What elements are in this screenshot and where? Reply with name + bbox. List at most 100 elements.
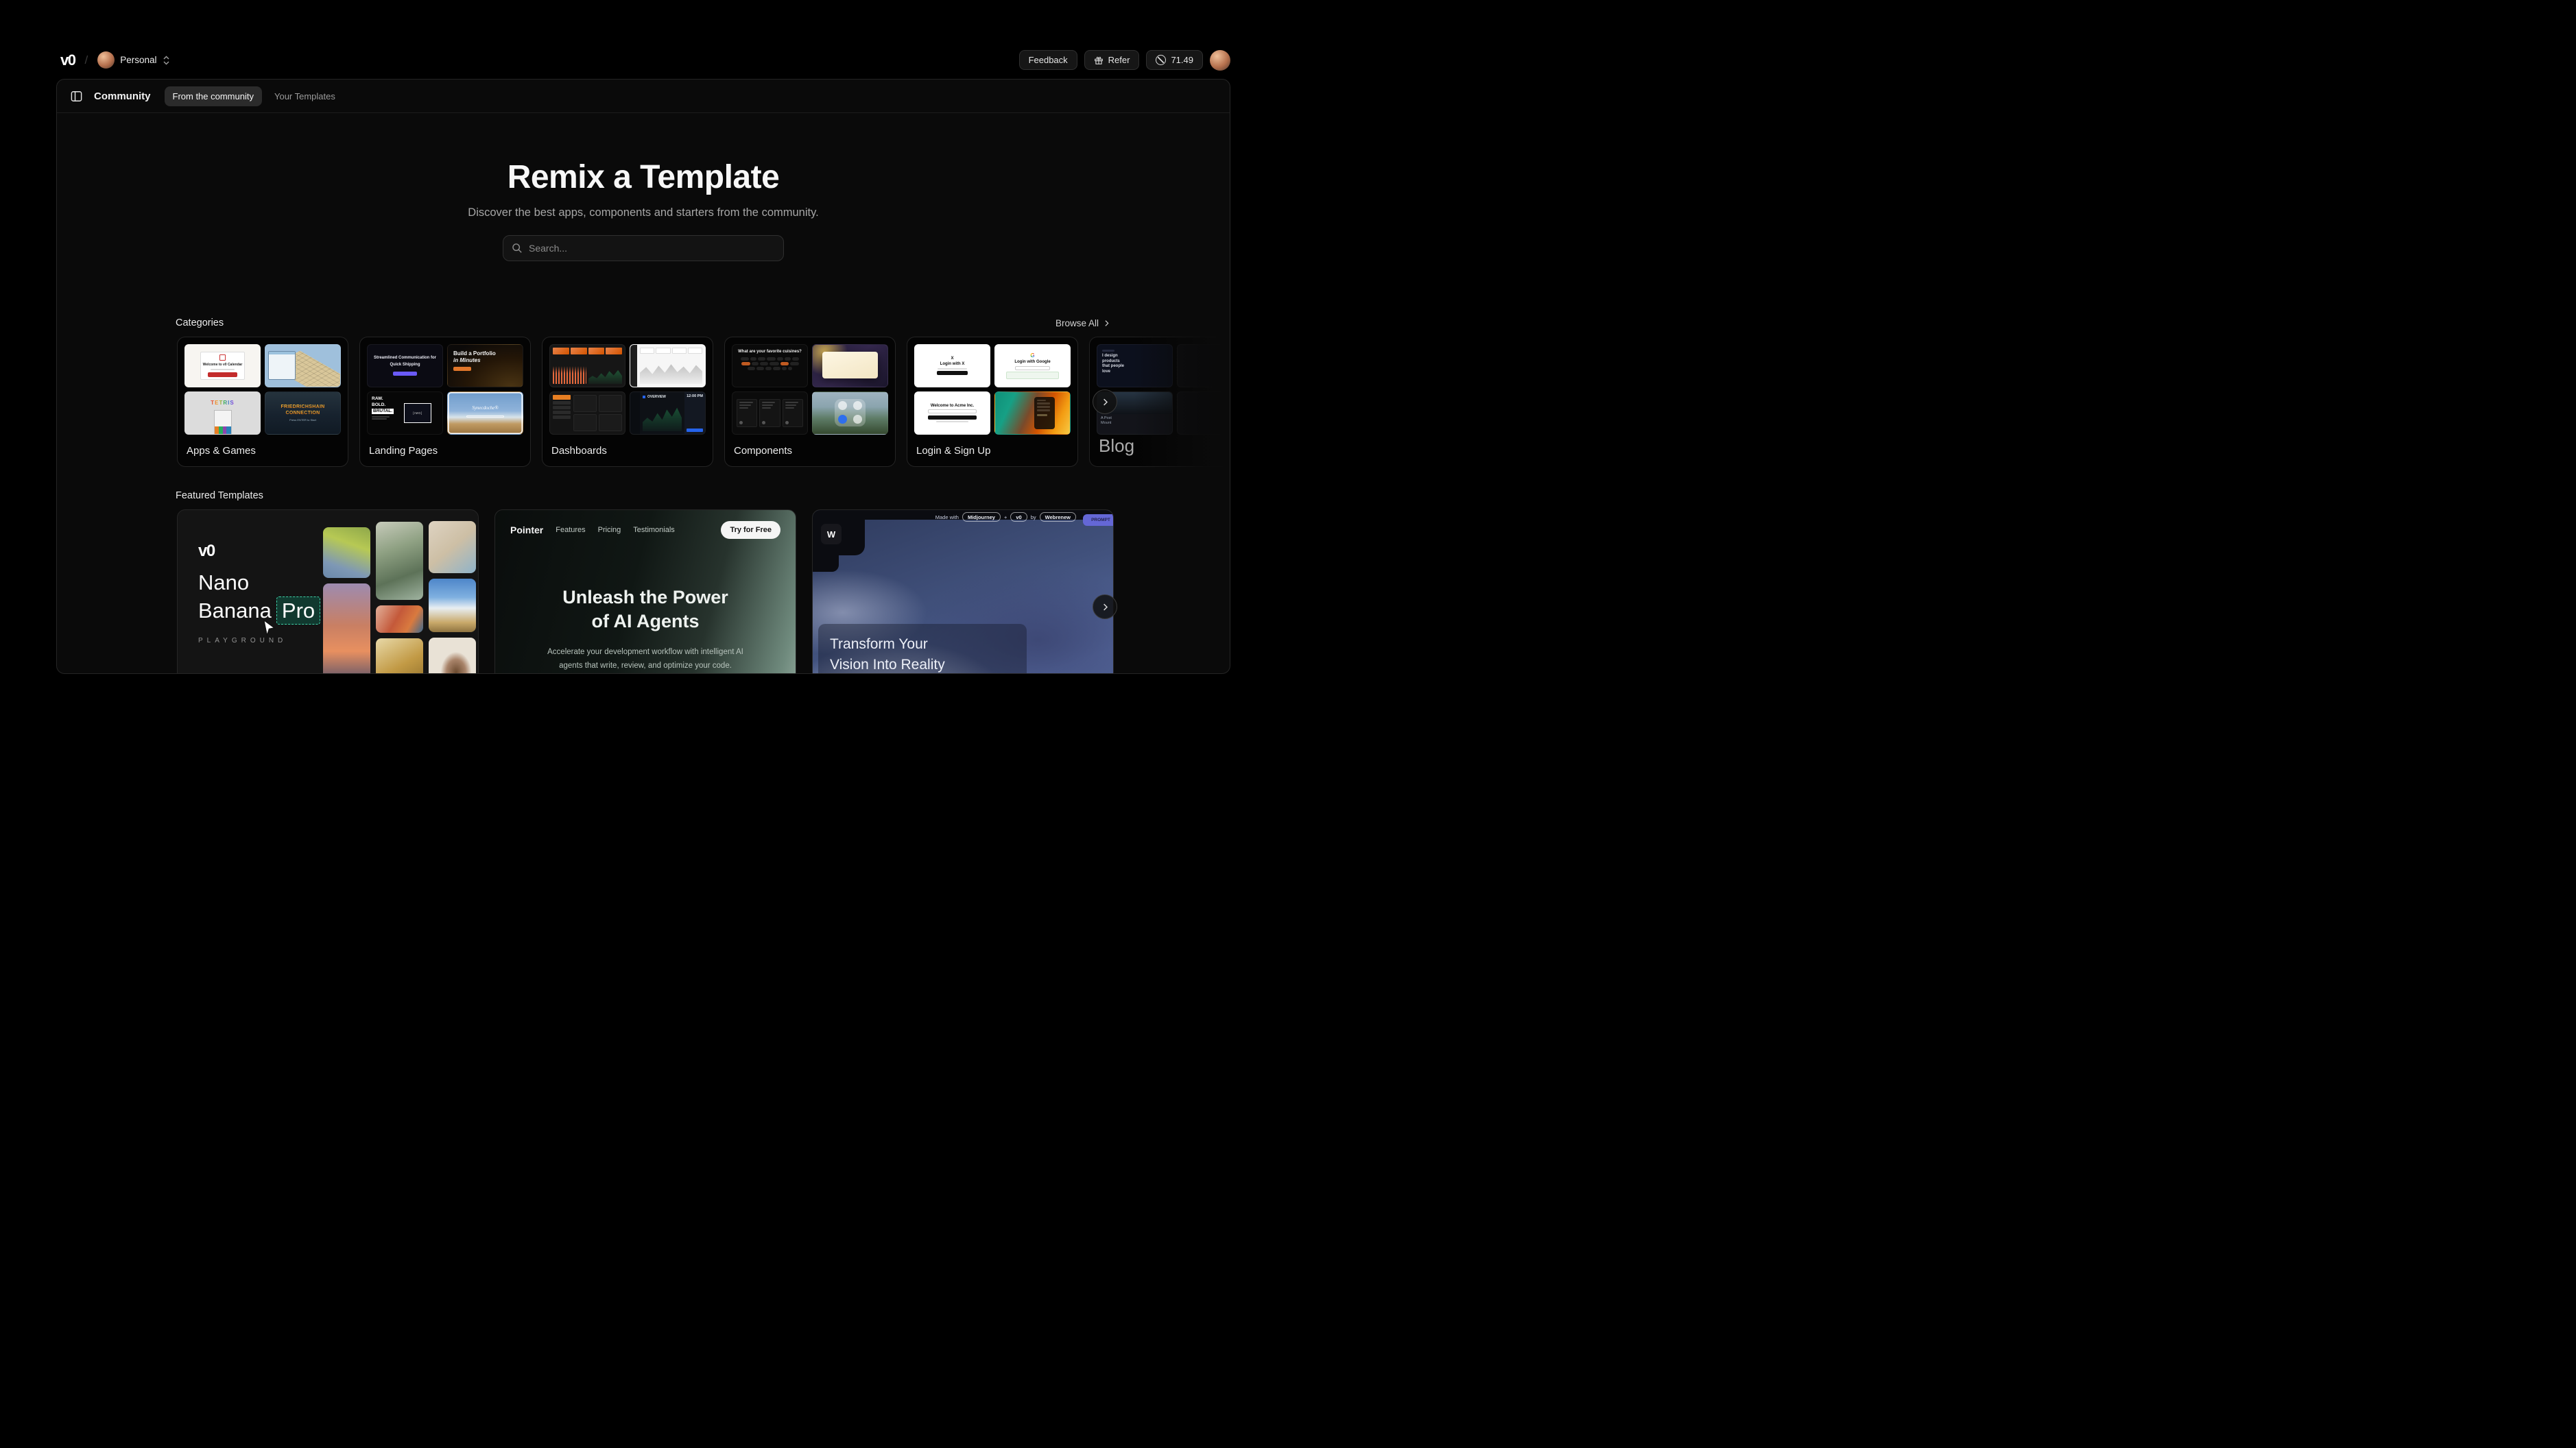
thumb-text: Streamlined Communication for xyxy=(374,356,436,361)
webrenew-corner-step xyxy=(813,555,839,572)
by-label: by xyxy=(1031,514,1036,520)
thumb-text: FRIEDRICHSHAIN xyxy=(281,405,324,410)
photo-coffee xyxy=(429,638,476,674)
plus-label: + xyxy=(1004,514,1007,520)
credits-button[interactable]: 71.49 xyxy=(1146,50,1203,70)
thumb-text: Welcome to v0 Calendar xyxy=(203,363,243,367)
v0-logo: v0 xyxy=(198,542,320,561)
chevron-right-icon xyxy=(1100,602,1110,612)
workspace-switcher[interactable]: Personal xyxy=(97,51,169,69)
tab-from-the-community[interactable]: From the community xyxy=(165,86,262,106)
nano-photo-masonry xyxy=(323,510,479,674)
community-scroll-area[interactable]: Remix a Template Discover the best apps,… xyxy=(57,158,1230,674)
photo-people xyxy=(376,605,423,633)
thumb-text: What are your favorite cuisines? xyxy=(732,350,807,354)
featured-card-pointer[interactable]: Pointer Features Pricing Testimonials Tr… xyxy=(494,509,796,674)
search-icon xyxy=(512,243,523,254)
thumb-control-center xyxy=(812,391,888,435)
category-card-login-signup[interactable]: X Login with X G Login with Google xyxy=(907,337,1078,467)
thumb-login-acme: Welcome to Acme Inc. xyxy=(914,391,990,435)
thumb-text: G xyxy=(1030,352,1034,359)
featured-next-button[interactable] xyxy=(1093,594,1117,619)
thumb-text: 12:00 PM xyxy=(687,394,703,398)
tab-your-templates[interactable]: Your Templates xyxy=(266,86,344,106)
hero-title: Remix a Template xyxy=(57,158,1230,196)
pointer-try-button: Try for Free xyxy=(721,521,780,539)
category-label: Dashboards xyxy=(549,445,706,459)
credits-icon xyxy=(1156,55,1166,65)
thumb-portfolio-landing: Build a Portfolio in Minutes xyxy=(447,344,523,387)
category-thumbs: What are your favorite cuisines? xyxy=(732,344,888,435)
feedback-label: Feedback xyxy=(1029,55,1068,65)
thumb-text: I design xyxy=(1102,354,1167,359)
sidebar-toggle-button[interactable] xyxy=(67,86,86,106)
photo-aerial-trees xyxy=(376,522,423,600)
community-header: Community From the community Your Templa… xyxy=(57,80,1230,113)
category-thumbs: I design products that people love A Pos… xyxy=(1097,344,1230,435)
category-thumbs: X Login with X G Login with Google xyxy=(914,344,1071,435)
search-box[interactable] xyxy=(503,235,784,261)
sidebar-panel-icon xyxy=(70,90,83,103)
chevron-right-icon xyxy=(1100,397,1110,407)
community-tabs: From the community Your Templates xyxy=(165,86,344,106)
thumb-text: OVERVIEW xyxy=(643,395,682,399)
nano-title-line2: Banana xyxy=(198,599,272,623)
category-card-apps-games[interactable]: Welcome to v0 Calendar TETRIS xyxy=(177,337,348,467)
webrenew-badge: Webrenew xyxy=(1040,512,1076,522)
thumb-text: Press ENTER to Start xyxy=(289,418,316,422)
workspace-name: Personal xyxy=(120,55,156,65)
thumb-text: X xyxy=(951,357,953,361)
webrenew-credits-row: Made with Midjourney + v0 by Webrenew xyxy=(935,512,1076,522)
thumb-text: Login with X xyxy=(940,362,965,366)
webrenew-logo: W xyxy=(821,524,842,544)
thumb-text: Login with Google xyxy=(1014,360,1050,364)
thumb-signup-gradient xyxy=(994,391,1071,435)
thumb-saas-landing: Streamlined Communication for Quick Ship… xyxy=(367,344,443,387)
thumb-chip-selector: What are your favorite cuisines? xyxy=(732,344,808,387)
thumb-brutalist-landing: RAW. BOLD. BRUTAL. [IMG] xyxy=(367,391,443,435)
thumb-text: CONNECTION xyxy=(285,411,320,416)
midjourney-badge: Midjourney xyxy=(962,512,1001,522)
chevron-updown-icon xyxy=(163,56,170,65)
browse-all-label: Browse All xyxy=(1056,318,1099,328)
search-input[interactable] xyxy=(529,243,775,254)
breadcrumb-separator: / xyxy=(84,53,88,67)
featured-carousel: v0 Nano BananaPro PLAYGROUND xyxy=(57,509,1230,674)
thumb-art-landing: Synecdoche® xyxy=(447,391,523,435)
pointer-nav: Pointer Features Pricing Testimonials Tr… xyxy=(495,510,796,550)
credits-value: 71.49 xyxy=(1171,55,1193,65)
gift-icon xyxy=(1094,56,1104,65)
user-avatar[interactable] xyxy=(1210,50,1230,71)
featured-track: v0 Nano BananaPro PLAYGROUND xyxy=(57,509,1114,674)
v0-logo[interactable]: v0 xyxy=(60,51,75,69)
category-card-landing-pages[interactable]: Streamlined Communication for Quick Ship… xyxy=(359,337,531,467)
categories-track: Welcome to v0 Calendar TETRIS xyxy=(57,337,1230,467)
categories-next-button[interactable] xyxy=(1093,389,1117,414)
refer-button[interactable]: Refer xyxy=(1084,50,1140,70)
chevron-right-icon xyxy=(1102,319,1111,328)
pointer-hero: Unleash the Power of AI Agents Accelerat… xyxy=(495,586,796,674)
featured-card-nano-banana[interactable]: v0 Nano BananaPro PLAYGROUND xyxy=(177,509,479,674)
webrenew-overlay: Transform Your Vision Into Reality Use G… xyxy=(818,624,1027,674)
pointer-sub-line1: Accelerate your development workflow wit… xyxy=(547,648,743,656)
webrenew-title-line2: Vision Into Reality xyxy=(830,657,945,673)
feedback-button[interactable]: Feedback xyxy=(1019,50,1077,70)
category-card-components[interactable]: What are your favorite cuisines? xyxy=(724,337,896,467)
thumb-light-dashboard xyxy=(630,344,706,387)
thumb-text: Welcome to Acme Inc. xyxy=(931,404,974,408)
pointer-brand: Pointer xyxy=(510,524,543,535)
thumb-pixel-game: FRIEDRICHSHAIN CONNECTION Press ENTER to… xyxy=(265,391,341,435)
browse-all-link[interactable]: Browse All xyxy=(1056,318,1111,328)
featured-card-webrenew[interactable]: W Made with Midjourney + v0 by Webrenew … xyxy=(812,509,1114,674)
thumb-text: Build a Portfolio xyxy=(453,350,517,357)
category-card-dashboards[interactable]: OVERVIEW 12:00 PM Dashboards xyxy=(542,337,713,467)
thumb-text: TETRIS xyxy=(211,400,234,406)
nano-subtitle: PLAYGROUND xyxy=(198,637,320,644)
made-with-label: Made with xyxy=(935,514,959,520)
pointer-title-line1: Unleash the Power xyxy=(562,587,728,607)
thumb-blog-dark xyxy=(1177,391,1230,435)
thumb-isometric-game xyxy=(265,344,341,387)
thumb-text: that people xyxy=(1102,364,1167,370)
workspace-avatar xyxy=(97,51,115,69)
v0-badge: v0 xyxy=(1010,512,1027,522)
